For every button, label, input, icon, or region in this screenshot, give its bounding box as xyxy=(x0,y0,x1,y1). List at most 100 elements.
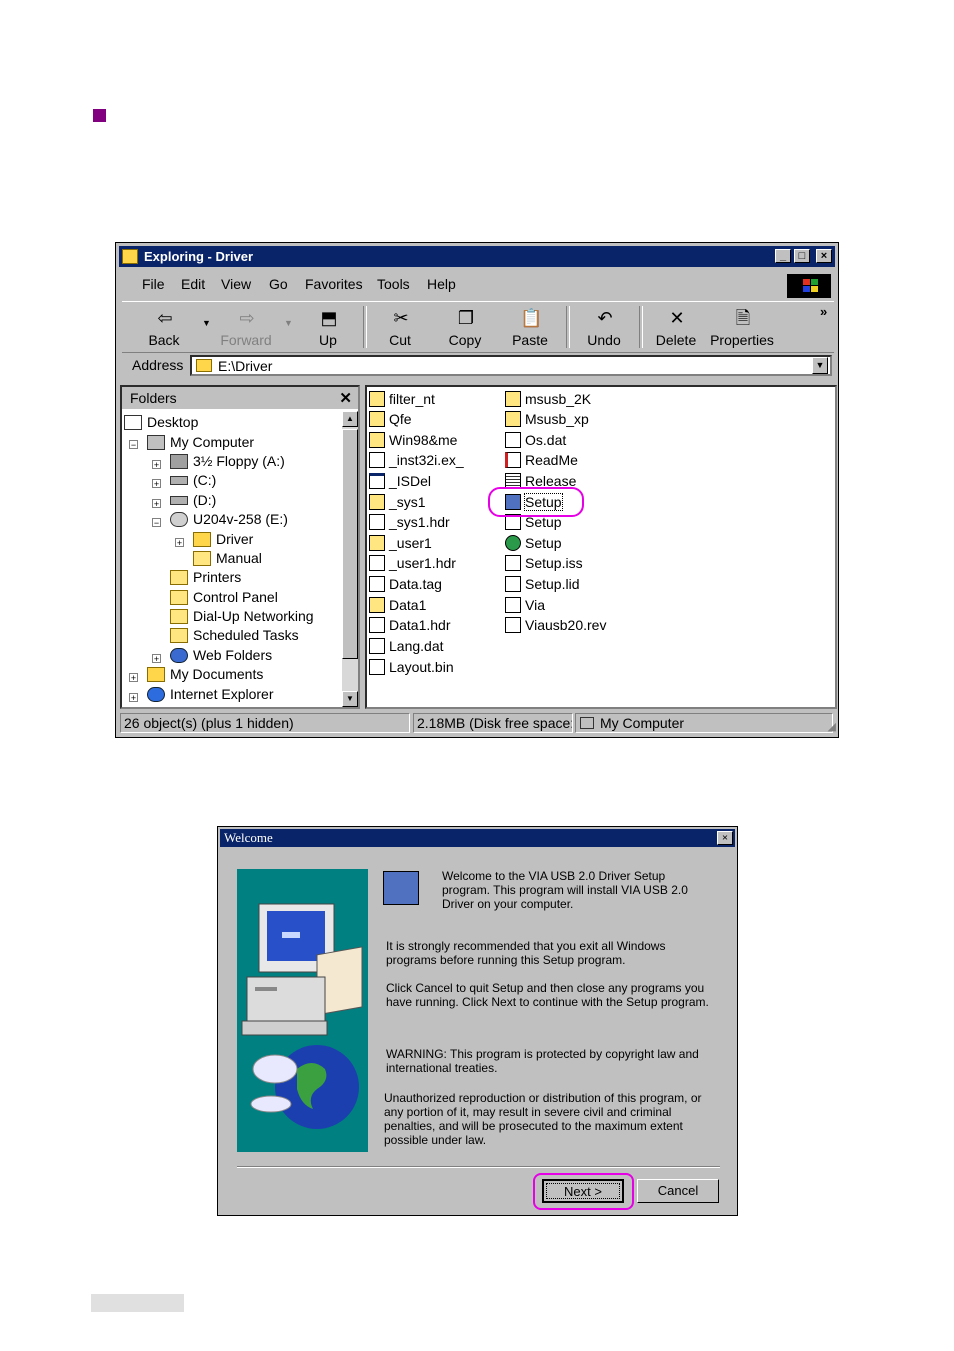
back-dropdown-icon[interactable]: ▼ xyxy=(202,318,211,328)
copy-button[interactable]: ❐ Copy xyxy=(435,302,495,350)
cut-button[interactable]: ✂ Cut xyxy=(370,302,430,350)
my-documents-icon xyxy=(147,667,165,682)
file-item[interactable]: _user1 xyxy=(369,535,432,551)
menu-go[interactable]: Go xyxy=(269,276,288,292)
close-pane-icon[interactable]: ✕ xyxy=(339,389,352,407)
file-item[interactable]: _user1.hdr xyxy=(369,555,456,571)
file-item[interactable]: _ISDel xyxy=(369,473,431,489)
close-button[interactable]: × xyxy=(816,249,832,263)
file-item[interactable]: Msusb_xp xyxy=(505,411,589,427)
menu-favorites[interactable]: Favorites xyxy=(305,276,363,292)
file-item[interactable]: msusb_2K xyxy=(505,391,591,407)
address-input[interactable]: E:\Driver ▼ xyxy=(190,355,832,376)
expand-icon[interactable]: + xyxy=(152,654,161,664)
toolbar-separator xyxy=(639,306,643,348)
collapse-icon[interactable]: − xyxy=(152,518,161,528)
next-highlight-circle xyxy=(533,1173,634,1210)
file-item[interactable]: Lang.dat xyxy=(369,638,444,654)
cab-folder-icon xyxy=(369,597,385,613)
tree-item-my-computer[interactable]: My Computer xyxy=(147,434,254,450)
minimize-button[interactable]: _ xyxy=(775,249,791,263)
file-item[interactable]: _inst32i.ex_ xyxy=(369,452,464,468)
file-item[interactable]: Data.tag xyxy=(369,576,442,592)
tree-item-dialup[interactable]: Dial-Up Networking xyxy=(170,608,314,624)
menu-help[interactable]: Help xyxy=(427,276,456,292)
file-item[interactable]: Win98&me xyxy=(369,432,457,448)
tree-item-driver[interactable]: Driver xyxy=(193,531,253,547)
tree-item-floppy[interactable]: 3½ Floppy (A:) xyxy=(170,453,285,469)
application-icon xyxy=(369,473,385,489)
file-item[interactable]: Data1.hdr xyxy=(369,617,450,633)
file-icon xyxy=(369,452,385,468)
tree-item-web-folders[interactable]: Web Folders xyxy=(170,647,272,663)
file-item[interactable]: filter_nt xyxy=(369,391,435,407)
paste-button[interactable]: 📋 Paste xyxy=(500,302,560,350)
back-button[interactable]: ⇦ Back xyxy=(134,302,194,350)
file-item[interactable]: _sys1.hdr xyxy=(369,514,450,530)
expand-icon[interactable]: + xyxy=(129,673,138,683)
toolbar-separator xyxy=(363,306,367,348)
setup-highlight-circle xyxy=(488,487,584,517)
folders-scrollbar[interactable]: ▲ ▼ xyxy=(342,411,358,707)
copy-icon: ❐ xyxy=(457,308,475,328)
dialog-close-button[interactable]: × xyxy=(717,831,733,845)
forward-button[interactable]: ⇨ Forward xyxy=(216,302,276,350)
file-item[interactable]: Qfe xyxy=(369,411,412,427)
menu-edit[interactable]: Edit xyxy=(181,276,205,292)
tree-item-my-documents[interactable]: My Documents xyxy=(147,666,263,682)
file-icon xyxy=(369,555,385,571)
file-item[interactable]: Setup xyxy=(505,535,562,551)
tree-item-drive-c[interactable]: (C:) xyxy=(170,472,216,488)
file-item[interactable]: Setup.iss xyxy=(505,555,583,571)
expand-icon[interactable]: + xyxy=(152,460,161,470)
tree-item-desktop[interactable]: Desktop xyxy=(124,414,198,430)
expand-icon[interactable]: + xyxy=(175,538,184,548)
tree-item-drive-e[interactable]: U204v-258 (E:) xyxy=(170,511,288,527)
collapse-icon[interactable]: − xyxy=(129,440,138,450)
file-item[interactable]: Data1 xyxy=(369,597,426,613)
undo-button[interactable]: ↶ Undo xyxy=(574,302,634,350)
file-item[interactable]: Setup.lid xyxy=(505,576,579,592)
file-item[interactable]: ReadMe xyxy=(505,452,578,468)
menu-view[interactable]: View xyxy=(221,276,251,292)
paste-icon: 📋 xyxy=(520,308,543,328)
tree-item-scheduled-tasks[interactable]: Scheduled Tasks xyxy=(170,627,299,643)
expand-icon[interactable]: + xyxy=(129,693,138,703)
resize-grip-icon[interactable]: ◢ xyxy=(828,720,836,733)
forward-dropdown-icon[interactable]: ▼ xyxy=(284,318,293,328)
setup-illustration xyxy=(237,869,368,1152)
file-item[interactable]: Layout.bin xyxy=(369,659,454,675)
delete-x-icon: ✕ xyxy=(669,308,685,328)
status-bar: 26 object(s) (plus 1 hidden) 2.18MB (Dis… xyxy=(120,713,836,735)
expand-icon[interactable]: + xyxy=(152,479,161,489)
delete-button[interactable]: ✕ Delete xyxy=(646,302,706,350)
tree-item-control-panel[interactable]: Control Panel xyxy=(170,589,278,605)
cancel-button[interactable]: Cancel xyxy=(637,1179,719,1203)
computer-icon xyxy=(580,717,594,729)
control-panel-icon xyxy=(170,590,188,605)
toolbar-more-chevron[interactable]: » xyxy=(820,304,827,319)
file-item[interactable]: Os.dat xyxy=(505,432,566,448)
tree-item-printers[interactable]: Printers xyxy=(170,569,241,585)
file-item[interactable]: Via xyxy=(505,597,545,613)
properties-button[interactable]: 🗎 Properties xyxy=(708,302,776,350)
file-icon xyxy=(369,659,385,675)
settings-file-icon xyxy=(505,597,521,613)
scroll-up-icon[interactable]: ▲ xyxy=(342,411,358,427)
up-button[interactable]: ⬒ Up xyxy=(298,302,358,350)
file-item[interactable]: Viausb20.rev xyxy=(505,617,606,633)
scroll-thumb[interactable] xyxy=(342,429,358,659)
tree-item-internet-explorer[interactable]: Internet Explorer xyxy=(147,686,274,702)
address-dropdown-icon[interactable]: ▼ xyxy=(812,357,828,374)
menu-file[interactable]: File xyxy=(142,276,165,292)
tree-item-manual[interactable]: Manual xyxy=(193,550,262,566)
menu-tools[interactable]: Tools xyxy=(377,276,410,292)
file-icon xyxy=(505,555,521,571)
expand-icon[interactable]: + xyxy=(152,499,161,509)
file-item[interactable]: _sys1 xyxy=(369,494,426,510)
warning-text: WARNING: This program is protected by co… xyxy=(386,1047,699,1075)
scheduled-tasks-icon xyxy=(170,628,188,643)
maximize-button[interactable]: □ xyxy=(794,249,810,263)
tree-item-drive-d[interactable]: (D:) xyxy=(170,492,216,508)
scroll-down-icon[interactable]: ▼ xyxy=(342,691,358,707)
